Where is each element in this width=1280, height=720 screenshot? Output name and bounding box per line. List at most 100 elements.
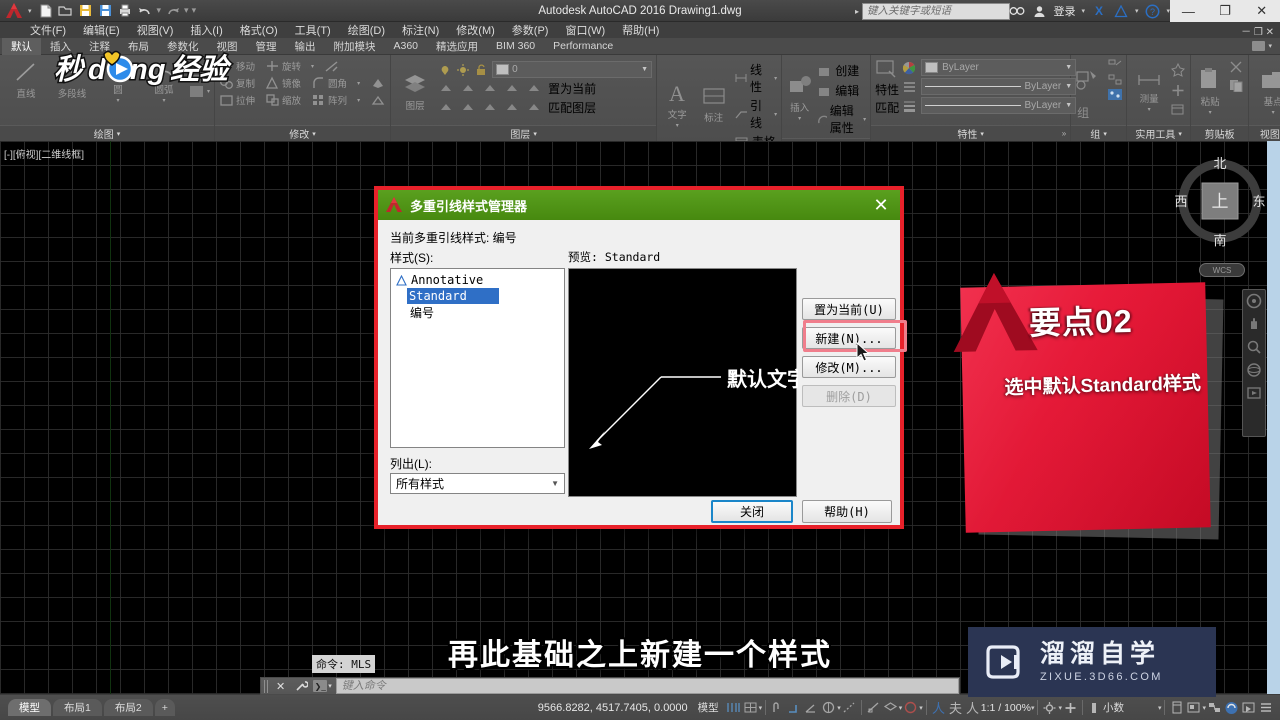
showmotion-icon[interactable] — [1246, 385, 1262, 401]
annotation-visibility-icon[interactable]: 人 — [930, 699, 947, 716]
menu-item-file[interactable]: 文件(F) — [30, 22, 66, 38]
qat-customize-caret-icon[interactable]: ▾ — [192, 5, 197, 16]
tab-layout2[interactable]: 布局2 — [103, 699, 153, 716]
isometric-drafting-icon[interactable] — [820, 699, 837, 716]
lineweight-display-icon[interactable] — [902, 699, 919, 716]
new-button[interactable]: 新建(N)... — [802, 327, 896, 349]
exchange-app-icon[interactable]: X — [1091, 3, 1107, 19]
menu-item-modify[interactable]: 修改(M) — [456, 22, 495, 38]
layer-merge-icon[interactable] — [482, 100, 498, 115]
snap-caret-icon[interactable]: ▾ — [759, 704, 763, 712]
draw-polyline-button[interactable]: 多段线 — [50, 59, 94, 100]
tab-performance[interactable]: Performance — [544, 39, 622, 53]
command-prompt-caret-icon[interactable]: ▾ — [328, 682, 332, 690]
draw-hatch-caret-icon[interactable]: ▾ — [207, 67, 210, 74]
units-caret-icon[interactable]: ▾ — [1158, 704, 1162, 712]
modify-rotate-button[interactable]: 旋转 — [265, 59, 301, 73]
command-line-bar[interactable]: ✕ ❯_ ▾ 键入命令 — [260, 677, 960, 695]
annotation-leader-caret-icon[interactable]: ▾ — [774, 111, 777, 118]
draw-gradient-caret-icon[interactable]: ▾ — [207, 88, 210, 95]
ribbon-panel-modify-title[interactable]: 修改 ▾ — [215, 125, 391, 141]
layer-walk-icon[interactable] — [526, 100, 542, 115]
save-icon[interactable] — [77, 2, 94, 19]
base-view-button[interactable]: 基点 ▾ — [1253, 61, 1280, 123]
open-file-icon[interactable] — [57, 2, 74, 19]
layer-match-label[interactable]: 匹配图层 — [548, 99, 596, 116]
tab-layout1[interactable]: 布局1 — [53, 699, 102, 716]
quick-select-icon[interactable] — [1170, 62, 1186, 77]
plot-icon[interactable] — [117, 2, 134, 19]
draw-circle-caret-icon[interactable]: ▾ — [116, 97, 119, 104]
command-line-close-icon[interactable]: ✕ — [276, 680, 285, 693]
save-as-icon[interactable] — [97, 2, 114, 19]
polar-tracking-icon[interactable] — [803, 699, 820, 716]
menu-item-parametric[interactable]: 参数(P) — [512, 22, 549, 38]
group-create-icon[interactable] — [1075, 68, 1101, 92]
annotation-dimension-button[interactable]: 标注 — [697, 59, 729, 150]
properties-dialog-launcher-icon[interactable]: » — [1062, 129, 1066, 138]
ribbon-minimize-icon[interactable] — [1252, 41, 1266, 51]
search-expand-icon[interactable]: ▸ — [852, 7, 862, 16]
match-properties-label[interactable]: 匹配 — [875, 99, 899, 116]
draw-panel-expand-icon[interactable]: ▾ — [117, 130, 121, 138]
zoom-extents-icon[interactable] — [1246, 339, 1262, 355]
ribbon-panel-utilities-title[interactable]: 实用工具 ▾ — [1127, 125, 1191, 141]
tab-output[interactable]: 输出 — [286, 38, 325, 55]
tab-annotate[interactable]: 注释 — [80, 38, 119, 55]
ribbon-minimize-caret-icon[interactable]: ▾ — [1268, 42, 1272, 50]
lineweight-icon[interactable] — [902, 99, 917, 113]
lineweight-caret-icon[interactable]: ▾ — [919, 704, 923, 712]
autodesk-360-icon[interactable] — [1113, 3, 1129, 19]
block-create-button[interactable]: 创建 — [817, 62, 866, 79]
layer-combo-caret-icon[interactable]: ▼ — [641, 66, 648, 73]
linetype-combo[interactable]: ByLayer ▼ — [921, 78, 1077, 95]
properties-icon[interactable] — [875, 58, 899, 80]
grid-display-icon[interactable] — [725, 699, 742, 716]
layer-lock-icon[interactable] — [504, 81, 520, 96]
modify-array-caret-icon[interactable]: ▾ — [357, 97, 360, 104]
view-cube[interactable]: 上 北 南 西 东 — [1172, 151, 1268, 261]
layer-panel-expand-icon[interactable]: ▾ — [533, 130, 537, 138]
modify-array-button[interactable]: 阵列 — [311, 93, 347, 107]
linetype-icon[interactable] — [902, 80, 917, 94]
style-list[interactable]: Annotative Standard 编号 — [390, 268, 565, 448]
menu-item-tools[interactable]: 工具(T) — [295, 22, 331, 38]
pan-hand-icon[interactable] — [1246, 316, 1262, 332]
viewport-label[interactable]: [-][俯视][二维线框] — [4, 146, 84, 161]
layer-isolate-icon[interactable] — [438, 81, 454, 96]
autocad-app-icon[interactable] — [0, 0, 28, 22]
ribbon-panel-group-title[interactable]: 组 ▾ — [1071, 125, 1127, 141]
undo-caret-icon[interactable]: ▾ — [157, 5, 162, 16]
draw-line-button[interactable]: 直线 — [4, 59, 48, 100]
steering-wheel-icon[interactable] — [1246, 293, 1262, 309]
layer-combo[interactable]: 0 ▼ — [492, 61, 653, 78]
menu-item-edit[interactable]: 编辑(E) — [83, 22, 120, 38]
tab-home[interactable]: 默认 — [2, 37, 41, 55]
menu-item-dimension[interactable]: 标注(N) — [402, 22, 439, 38]
modify-panel-expand-icon[interactable]: ▾ — [312, 130, 316, 138]
tab-featured-apps[interactable]: 精选应用 — [427, 38, 487, 55]
command-settings-icon[interactable] — [294, 679, 309, 693]
list-filter-combo[interactable]: 所有样式 ▼ — [390, 473, 565, 494]
modify-fillet-button[interactable]: 圆角 — [311, 76, 347, 90]
vertical-scrollbar[interactable] — [1267, 141, 1280, 694]
menubar-window-buttons[interactable]: － ❐ ✕ — [1241, 23, 1274, 38]
annotation-text-caret-icon[interactable]: ▾ — [676, 122, 679, 129]
list-filter-caret-icon[interactable]: ▼ — [551, 479, 559, 488]
command-prompt-icon[interactable]: ❯_ — [313, 680, 328, 692]
add-layout-button[interactable]: + — [154, 699, 175, 716]
workspace-gear-icon[interactable] — [1041, 699, 1058, 716]
draw-circle-button[interactable]: 圆 ▾ — [96, 59, 140, 104]
draw-arc-caret-icon[interactable]: ▾ — [162, 97, 165, 104]
menu-item-help[interactable]: 帮助(H) — [622, 22, 659, 38]
annotation-linear-button[interactable]: 线性 ▾ — [734, 61, 777, 95]
ribbon-panel-layer-title[interactable]: 图层 ▾ — [391, 125, 657, 141]
minimize-button[interactable]: — — [1170, 0, 1207, 22]
signin-caret-icon[interactable]: ▾ — [1081, 7, 1085, 15]
layer-off-icon[interactable] — [482, 81, 498, 96]
layer-properties-button[interactable]: 图层 — [395, 59, 435, 123]
tab-addins[interactable]: 附加模块 — [325, 38, 385, 55]
list-item-bianhao[interactable]: 编号 — [393, 304, 562, 320]
command-input[interactable]: 键入命令 — [335, 678, 959, 694]
color-wheel-icon[interactable] — [902, 61, 917, 75]
